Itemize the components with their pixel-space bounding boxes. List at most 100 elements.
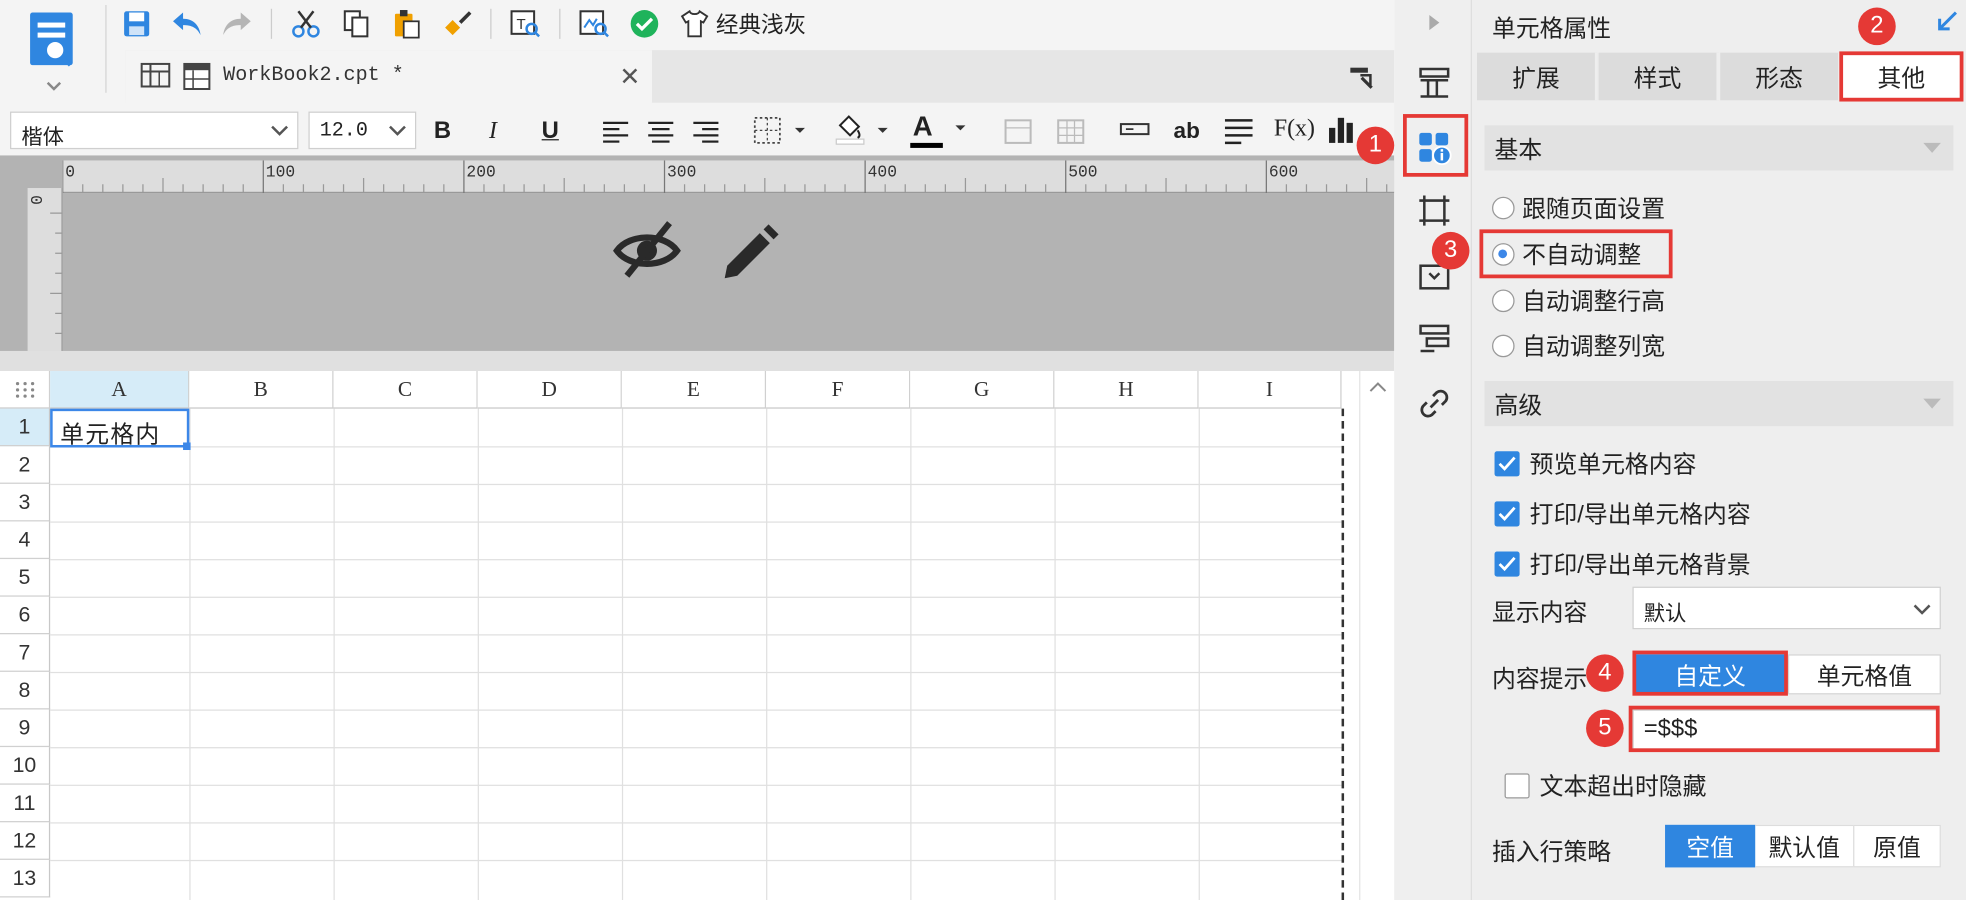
check-label: 预览单元格内容 bbox=[1529, 452, 1697, 479]
check-preview[interactable]: 预览单元格内容 bbox=[1494, 446, 1697, 480]
column-header[interactable]: C bbox=[333, 371, 478, 409]
underline-button[interactable]: U bbox=[542, 118, 559, 146]
formula-button[interactable]: F(x) bbox=[1274, 115, 1315, 143]
align-center-icon[interactable] bbox=[647, 120, 675, 149]
cell-a1[interactable]: 单元格内 bbox=[50, 408, 190, 449]
column-header[interactable]: E bbox=[621, 371, 767, 409]
merge-icon[interactable] bbox=[1003, 118, 1033, 152]
bold-button[interactable]: B bbox=[434, 118, 451, 146]
copy-icon[interactable] bbox=[340, 8, 373, 41]
sheet-grid-icon[interactable] bbox=[140, 60, 171, 96]
align-left-icon[interactable] bbox=[602, 120, 630, 149]
richtext-icon[interactable] bbox=[1224, 118, 1254, 152]
column-header[interactable]: F bbox=[766, 371, 911, 409]
column-header[interactable]: H bbox=[1054, 371, 1199, 409]
check-icon[interactable] bbox=[628, 8, 661, 41]
format-painter-icon[interactable] bbox=[440, 8, 473, 41]
tab-expand[interactable]: 扩展 bbox=[1476, 52, 1598, 101]
insert-row-label: 插入行策略 bbox=[1492, 839, 1612, 867]
hide-eye-icon[interactable] bbox=[612, 216, 682, 292]
radio-auto-row-height[interactable]: 自动调整行高 bbox=[1492, 283, 1665, 317]
ruler-tick-label: 100 bbox=[265, 162, 296, 182]
align-right-icon[interactable] bbox=[692, 120, 720, 149]
row-header[interactable]: 7 bbox=[0, 634, 51, 672]
row-header[interactable]: 4 bbox=[0, 521, 51, 560]
ruler-ticks bbox=[62, 160, 1388, 194]
collapse-arrow-icon[interactable] bbox=[1936, 10, 1959, 39]
section-advanced[interactable]: 高级 bbox=[1484, 381, 1954, 427]
row-header[interactable]: 8 bbox=[0, 671, 51, 710]
cell-element-icon[interactable] bbox=[1414, 63, 1454, 103]
fill-handle[interactable] bbox=[183, 442, 191, 451]
row-header[interactable]: 11 bbox=[0, 784, 51, 823]
check-label: 打印/导出单元格内容 bbox=[1529, 502, 1751, 529]
main-toolbar: T 经典浅灰 bbox=[120, 0, 806, 48]
font-size-select[interactable]: 12.0 bbox=[308, 111, 417, 150]
insert-default-option[interactable]: 默认值 bbox=[1755, 824, 1854, 868]
tab-workbook[interactable]: WorkBook2.cpt * ✕ bbox=[125, 50, 652, 103]
paste-icon[interactable] bbox=[390, 8, 423, 41]
check-print-background[interactable]: 打印/导出单元格背景 bbox=[1494, 547, 1751, 581]
display-content-select[interactable]: 默认 bbox=[1632, 586, 1941, 630]
frame-icon[interactable] bbox=[1414, 191, 1454, 231]
row-header[interactable]: 6 bbox=[0, 596, 51, 635]
select-all-handle[interactable] bbox=[0, 371, 51, 409]
row-header[interactable]: 2 bbox=[0, 446, 51, 484]
insert-empty-option[interactable]: 空值 bbox=[1665, 824, 1756, 868]
tooltip-cellvalue-button[interactable]: 单元格值 bbox=[1787, 654, 1941, 695]
row-header[interactable]: 9 bbox=[0, 709, 51, 748]
row-header[interactable]: 3 bbox=[0, 483, 51, 522]
chevron-down-icon bbox=[1905, 592, 1940, 627]
check-hide-overflow[interactable]: 文本超出时隐藏 bbox=[1504, 768, 1706, 802]
column-header[interactable]: B bbox=[189, 371, 334, 409]
tab-form[interactable]: 形态 bbox=[1720, 52, 1841, 101]
chart-icon[interactable] bbox=[1327, 115, 1360, 151]
column-header[interactable]: I bbox=[1198, 371, 1342, 409]
row-header[interactable]: 13 bbox=[0, 859, 51, 898]
font-select[interactable]: 楷体 bbox=[10, 111, 299, 150]
textfield-icon[interactable] bbox=[1118, 120, 1153, 144]
split-icon[interactable] bbox=[1056, 118, 1086, 152]
edit-pencil-icon[interactable] bbox=[715, 216, 783, 290]
column-header[interactable]: D bbox=[477, 371, 622, 409]
row-header[interactable]: 10 bbox=[0, 747, 51, 785]
column-header[interactable]: A bbox=[50, 371, 190, 409]
tab-style[interactable]: 样式 bbox=[1598, 52, 1719, 101]
expand-arrow-icon[interactable] bbox=[1414, 3, 1454, 43]
check-label: 打印/导出单元格背景 bbox=[1529, 552, 1751, 580]
preview-icon[interactable] bbox=[578, 8, 611, 41]
row-header[interactable]: 1 bbox=[0, 408, 51, 447]
ruler-tick-label: 400 bbox=[867, 162, 897, 182]
ruler-tick-label: 300 bbox=[667, 162, 697, 182]
section-basic[interactable]: 基本 bbox=[1484, 125, 1954, 171]
close-icon[interactable]: ✕ bbox=[619, 61, 640, 92]
text-insert-button[interactable]: ab bbox=[1174, 118, 1200, 144]
save-icon[interactable] bbox=[120, 8, 153, 41]
border-icon[interactable] bbox=[752, 115, 810, 151]
row-header[interactable]: 5 bbox=[0, 559, 51, 597]
step-badge-3: 3 bbox=[1431, 231, 1470, 270]
check-print-content[interactable]: 打印/导出单元格内容 bbox=[1494, 496, 1751, 530]
radio-auto-col-width[interactable]: 自动调整列宽 bbox=[1492, 328, 1665, 362]
hyperlink-icon[interactable] bbox=[1414, 384, 1454, 424]
pin-icon[interactable] bbox=[1347, 63, 1375, 97]
text-search-icon[interactable]: T bbox=[509, 8, 542, 41]
condition-icon[interactable] bbox=[1414, 318, 1454, 358]
theme-selector[interactable]: 经典浅灰 bbox=[678, 8, 806, 41]
italic-button[interactable]: I bbox=[489, 118, 497, 146]
vertical-scrollbar[interactable] bbox=[1359, 371, 1395, 900]
chevron-down-icon bbox=[380, 113, 415, 148]
undo-icon[interactable] bbox=[171, 8, 204, 41]
cell-a1-content: 单元格内 bbox=[60, 422, 161, 449]
chevron-up-icon[interactable] bbox=[1368, 381, 1388, 394]
step-badge-2: 2 bbox=[1858, 7, 1896, 46]
tab-title: WorkBook2.cpt * bbox=[223, 63, 404, 87]
radio-follow-page[interactable]: 跟随页面设置 bbox=[1492, 191, 1665, 225]
insert-original-option[interactable]: 原值 bbox=[1853, 824, 1941, 868]
column-header[interactable]: G bbox=[910, 371, 1055, 409]
template-icon[interactable] bbox=[0, 0, 105, 100]
fill-color-icon[interactable] bbox=[833, 113, 893, 152]
cut-icon[interactable] bbox=[290, 8, 323, 41]
row-header[interactable]: 12 bbox=[0, 822, 51, 860]
redo-icon[interactable] bbox=[221, 8, 254, 41]
